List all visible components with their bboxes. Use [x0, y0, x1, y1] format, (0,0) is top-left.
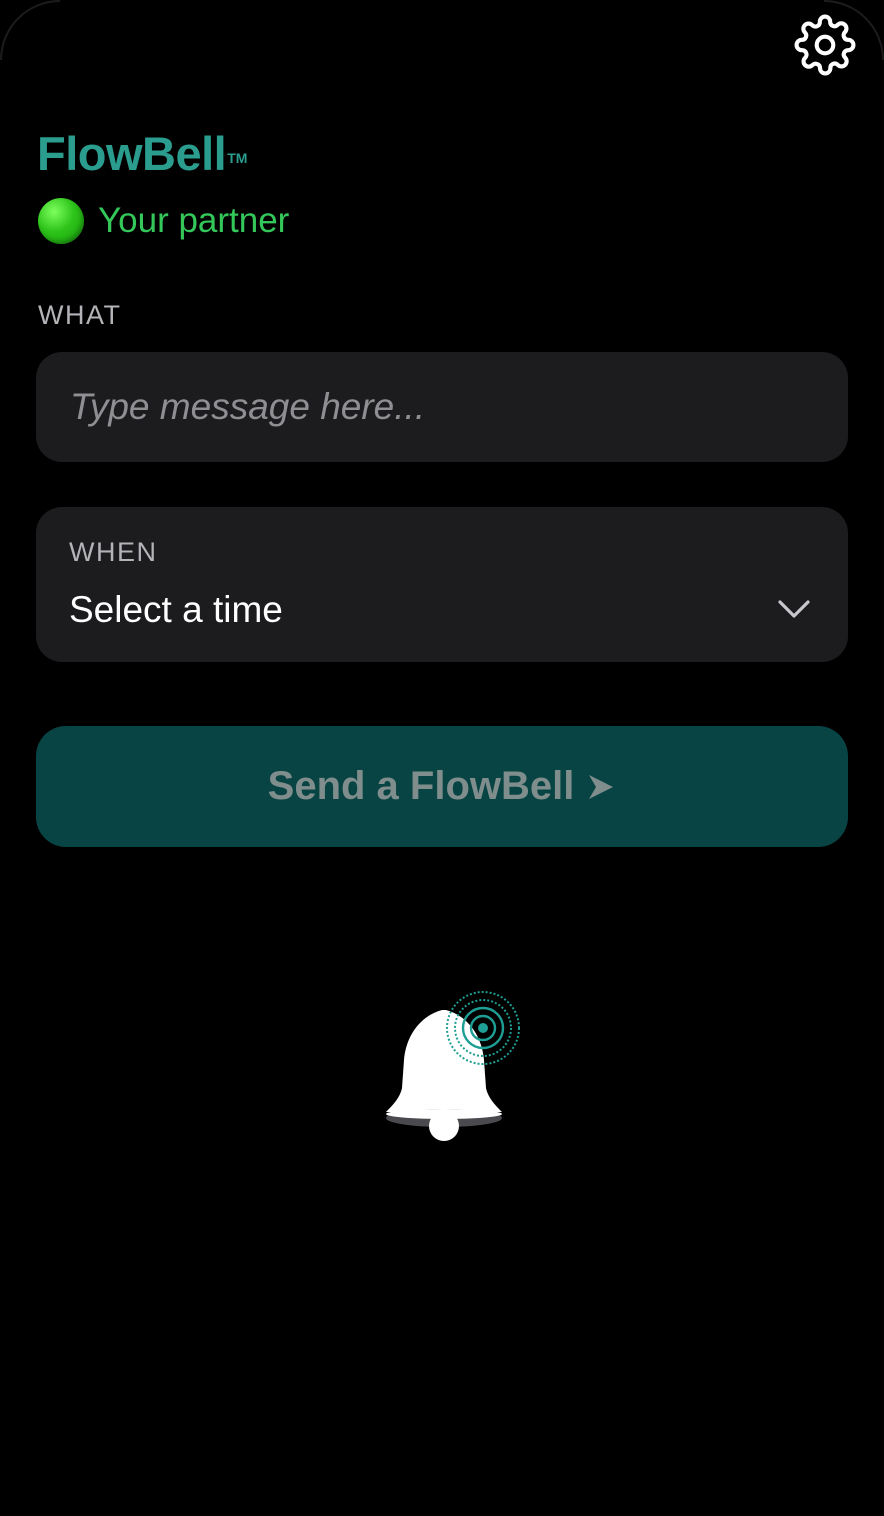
screen-corner-left	[0, 0, 60, 60]
chevron-down-icon	[778, 600, 810, 618]
message-input[interactable]	[70, 386, 814, 428]
send-flowbell-button[interactable]: Send a FlowBell	[36, 726, 848, 847]
settings-button[interactable]	[792, 12, 858, 78]
send-button-label: Send a FlowBell	[267, 764, 575, 808]
partner-status-label: Your partner	[98, 201, 290, 240]
trademark-mark: TM	[227, 150, 248, 166]
arrow-right-icon	[589, 774, 614, 799]
green-circle-icon	[38, 198, 84, 244]
time-select-value: Select a time	[69, 589, 283, 630]
when-label: WHEN	[69, 537, 158, 567]
app-screen: FlowBell TM Your partner WHAT WHEN Selec…	[0, 0, 884, 1516]
gear-icon	[794, 14, 856, 76]
message-field-container	[36, 352, 848, 462]
app-name: FlowBell	[37, 127, 227, 180]
partner-status: Your partner	[38, 198, 289, 244]
bell-illustration	[386, 991, 520, 1141]
app-brand: FlowBell TM	[37, 126, 247, 182]
time-select[interactable]: WHEN Select a time	[36, 507, 848, 662]
what-label: WHAT	[38, 300, 122, 330]
